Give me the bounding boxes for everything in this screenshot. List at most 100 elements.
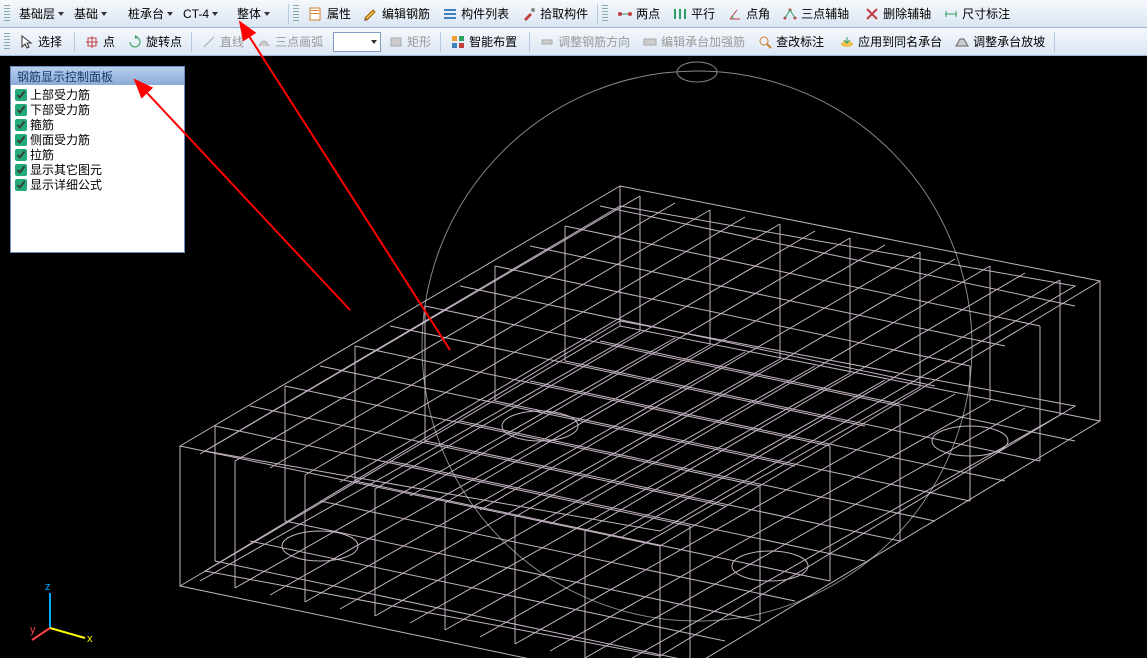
layer-dropdown[interactable]: 基础层 — [14, 4, 67, 24]
component-list-label: 构件列表 — [461, 5, 509, 22]
rect-button[interactable]: 矩形 — [383, 31, 436, 53]
point-angle-button[interactable]: 点角 — [722, 3, 775, 25]
properties-button[interactable]: 属性 — [303, 3, 356, 25]
cursor-icon — [19, 34, 35, 50]
apply-same-button[interactable]: 应用到同名承台 — [834, 31, 947, 53]
component-dropdown[interactable]: 桩承台 — [123, 4, 176, 24]
delete-aux-label: 删除辅轴 — [883, 5, 931, 22]
toolbar-main: 基础层 基础 桩承台 CT-4 整体 属性 编辑钢筋 构件列表 拾取构件 — [0, 0, 1147, 28]
chevron-down-icon — [264, 12, 270, 16]
properties-label: 属性 — [327, 5, 351, 22]
checkbox-stirrups[interactable]: 箍筋 — [15, 117, 180, 132]
dim-annotation-label: 尺寸标注 — [962, 5, 1010, 22]
checkbox-input[interactable] — [15, 179, 27, 191]
point-button[interactable]: 点 — [79, 31, 120, 53]
rotate-point-button[interactable]: 旋转点 — [122, 31, 187, 53]
arc-button[interactable]: 三点画弧 — [251, 31, 331, 53]
two-points-button[interactable]: 两点 — [612, 3, 665, 25]
direction-icon — [539, 34, 555, 50]
dimension-icon — [943, 6, 959, 22]
list-icon — [442, 6, 458, 22]
category-dropdown-label: 基础 — [74, 5, 98, 22]
checkbox-show-formula[interactable]: 显示详细公式 — [15, 177, 180, 192]
dim-annotation-button[interactable]: 尺寸标注 — [938, 3, 1018, 25]
panel-titlebar[interactable]: 钢筋显示控制面板 — [11, 67, 184, 85]
category-dropdown[interactable]: 基础 — [69, 4, 121, 24]
checkbox-input[interactable] — [15, 89, 27, 101]
edit-cap-bar-button[interactable]: 编辑承台加强筋 — [637, 31, 750, 53]
point-icon — [84, 34, 100, 50]
checkbox-input[interactable] — [15, 149, 27, 161]
checkbox-input[interactable] — [15, 134, 27, 146]
rect-label: 矩形 — [407, 33, 431, 50]
line-icon — [201, 34, 217, 50]
select-label: 选择 — [38, 33, 62, 50]
adjust-slope-button[interactable]: 调整承台放坡 — [949, 31, 1050, 53]
checkbox-input[interactable] — [15, 164, 27, 176]
adjust-direction-button[interactable]: 调整钢筋方向 — [534, 31, 635, 53]
checkbox-input[interactable] — [15, 119, 27, 131]
line-label: 直线 — [220, 33, 244, 50]
layer-dropdown-label: 基础层 — [19, 5, 55, 22]
parallel-button[interactable]: 平行 — [667, 3, 720, 25]
toolbar-grip-icon — [293, 5, 299, 23]
select-button[interactable]: 选择 — [14, 31, 70, 53]
three-point-button[interactable]: 三点辅轴 — [777, 3, 857, 25]
value-combo[interactable] — [333, 32, 381, 52]
checkbox-tie-bars[interactable]: 拉筋 — [15, 147, 180, 162]
component-list-button[interactable]: 构件列表 — [437, 3, 514, 25]
point-angle-label: 点角 — [746, 5, 770, 22]
svg-text:x: x — [87, 633, 93, 645]
scope-dropdown[interactable]: 整体 — [232, 4, 284, 24]
edit-cap-bar-label: 编辑承台加强筋 — [661, 33, 745, 50]
pencil-icon — [363, 6, 379, 22]
apply-same-label: 应用到同名承台 — [858, 33, 942, 50]
three-point-icon — [782, 6, 798, 22]
checkbox-show-others[interactable]: 显示其它图元 — [15, 162, 180, 177]
properties-icon — [308, 6, 324, 22]
point-label: 点 — [103, 33, 115, 50]
delete-icon — [864, 6, 880, 22]
rect-icon — [388, 34, 404, 50]
line-button[interactable]: 直线 — [196, 31, 249, 53]
checkbox-label: 显示详细公式 — [30, 176, 102, 193]
arc-icon — [256, 34, 272, 50]
axis-gizmo-icon: z x y — [30, 578, 100, 648]
separator — [440, 32, 441, 52]
svg-text:z: z — [45, 581, 51, 593]
rotate-icon — [127, 34, 143, 50]
parallel-label: 平行 — [691, 5, 715, 22]
view-annotation-button[interactable]: 查改标注 — [752, 31, 832, 53]
adjust-slope-label: 调整承台放坡 — [973, 33, 1045, 50]
checkbox-top-bars[interactable]: 上部受力筋 — [15, 87, 180, 102]
smart-layout-label: 智能布置 — [469, 33, 517, 50]
pick-component-button[interactable]: 拾取构件 — [516, 3, 593, 25]
view-annotation-label: 查改标注 — [776, 33, 824, 50]
arc-label: 三点画弧 — [275, 33, 323, 50]
separator — [1054, 32, 1055, 52]
edit-rebar-label: 编辑钢筋 — [382, 5, 430, 22]
separator — [288, 4, 289, 24]
rebar-display-panel[interactable]: 钢筋显示控制面板 上部受力筋 下部受力筋 箍筋 侧面受力筋 拉筋 显示其它图元 — [10, 66, 185, 253]
two-points-label: 两点 — [636, 5, 660, 22]
checkbox-bottom-bars[interactable]: 下部受力筋 — [15, 102, 180, 117]
toolbar-grip-icon — [602, 5, 608, 23]
toolbar-secondary: 选择 点 旋转点 直线 三点画弧 矩形 — [0, 28, 1147, 56]
toolbar-grip-icon — [4, 33, 10, 51]
smart-layout-button[interactable]: 智能布置 — [445, 31, 525, 53]
checkbox-input[interactable] — [15, 104, 27, 116]
panel-body: 上部受力筋 下部受力筋 箍筋 侧面受力筋 拉筋 显示其它图元 显示详细公式 — [11, 85, 184, 252]
reinforcement-icon — [642, 34, 658, 50]
panel-title: 钢筋显示控制面板 — [17, 68, 113, 85]
edit-rebar-button[interactable]: 编辑钢筋 — [358, 3, 435, 25]
chevron-down-icon — [371, 40, 377, 44]
code-dropdown[interactable]: CT-4 — [178, 4, 230, 24]
checkbox-side-bars[interactable]: 侧面受力筋 — [15, 132, 180, 147]
chevron-down-icon — [212, 12, 218, 16]
delete-aux-button[interactable]: 删除辅轴 — [859, 3, 936, 25]
slope-icon — [954, 34, 970, 50]
magnifier-icon — [757, 34, 773, 50]
angle-icon — [727, 6, 743, 22]
three-point-label: 三点辅轴 — [801, 5, 849, 22]
component-dropdown-label: 桩承台 — [128, 5, 164, 22]
